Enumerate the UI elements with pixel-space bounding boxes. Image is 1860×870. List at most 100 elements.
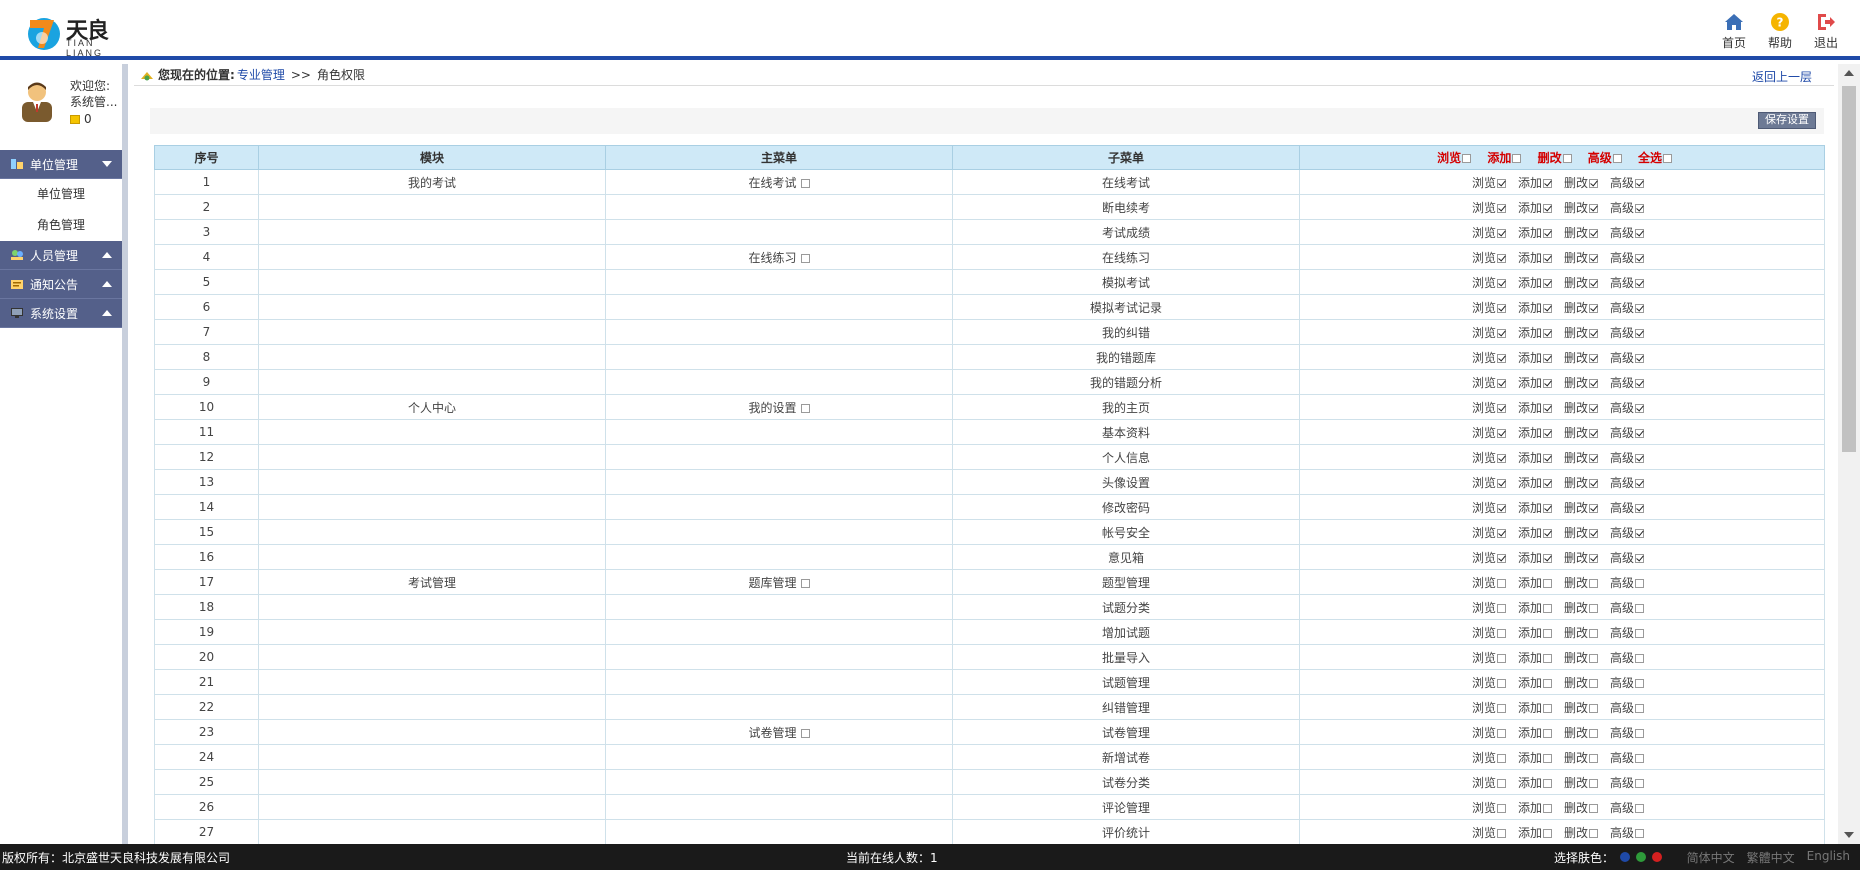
permission-option[interactable]: 删改 (1564, 301, 1598, 315)
permission-option[interactable]: 高级 (1610, 351, 1644, 365)
permission-checkbox[interactable] (1635, 728, 1644, 738)
permission-option[interactable]: 浏览 (1472, 501, 1506, 515)
permission-checkbox[interactable] (1542, 203, 1552, 213)
permission-option[interactable]: 删改 (1564, 176, 1598, 190)
menu-system-settings[interactable]: 系统设置 (0, 299, 122, 328)
permission-option[interactable]: 浏览 (1472, 526, 1506, 540)
menu-checkbox[interactable] (800, 253, 810, 263)
permission-option[interactable]: 高级 (1610, 176, 1644, 190)
permission-checkbox[interactable] (1635, 453, 1644, 463)
permission-option[interactable]: 删改 (1564, 376, 1598, 390)
permission-checkbox[interactable] (1542, 228, 1552, 238)
permission-checkbox[interactable] (1588, 703, 1598, 713)
skin-red[interactable] (1652, 852, 1663, 862)
permission-option[interactable]: 浏览 (1472, 376, 1506, 390)
permission-option[interactable]: 浏览 (1472, 426, 1506, 440)
permission-checkbox[interactable] (1542, 303, 1552, 313)
permission-checkbox[interactable] (1635, 603, 1644, 613)
scroll-up-icon[interactable] (1844, 70, 1854, 76)
home-button[interactable]: 首页 (1718, 12, 1750, 51)
back-link[interactable]: 返回上一层 (1752, 68, 1812, 85)
permission-checkbox[interactable] (1542, 403, 1552, 413)
lang-english[interactable]: English (1807, 849, 1850, 866)
permission-option[interactable]: 高级 (1610, 451, 1644, 465)
permission-option[interactable]: 删改 (1564, 426, 1598, 440)
checkbox[interactable] (1562, 154, 1572, 163)
permission-option[interactable]: 添加 (1518, 751, 1552, 765)
skin-blue[interactable] (1620, 852, 1631, 862)
permission-checkbox[interactable] (1496, 778, 1506, 788)
logo[interactable]: 天良 TIAN LIANG (24, 10, 134, 58)
permission-checkbox[interactable] (1588, 753, 1598, 763)
permission-option[interactable]: 删改 (1564, 826, 1598, 840)
permission-option[interactable]: 浏览 (1472, 476, 1506, 490)
permission-checkbox[interactable] (1588, 228, 1598, 238)
permission-checkbox[interactable] (1542, 328, 1552, 338)
permission-checkbox[interactable] (1588, 428, 1598, 438)
permission-checkbox[interactable] (1496, 528, 1506, 538)
permission-checkbox[interactable] (1588, 278, 1598, 288)
permission-option[interactable]: 删改 (1564, 326, 1598, 340)
permission-checkbox[interactable] (1635, 203, 1644, 213)
permission-checkbox[interactable] (1635, 503, 1644, 513)
permission-checkbox[interactable] (1542, 278, 1552, 288)
permission-option[interactable]: 高级 (1610, 251, 1644, 265)
menu-checkbox[interactable] (800, 178, 810, 188)
permission-checkbox[interactable] (1496, 703, 1506, 713)
permission-checkbox[interactable] (1588, 803, 1598, 813)
permission-option[interactable]: 浏览 (1472, 801, 1506, 815)
permission-checkbox[interactable] (1635, 678, 1644, 688)
permission-checkbox[interactable] (1635, 653, 1644, 663)
permission-option[interactable]: 浏览 (1472, 201, 1506, 215)
permission-checkbox[interactable] (1496, 578, 1506, 588)
permission-checkbox[interactable] (1635, 403, 1644, 413)
permission-option[interactable]: 浏览 (1472, 301, 1506, 315)
permission-option[interactable]: 添加 (1518, 251, 1552, 265)
permission-option[interactable]: 高级 (1610, 376, 1644, 390)
permission-option[interactable]: 添加 (1518, 576, 1552, 590)
permission-option[interactable]: 添加 (1518, 351, 1552, 365)
permission-option[interactable]: 添加 (1518, 201, 1552, 215)
permission-checkbox[interactable] (1635, 578, 1644, 588)
permission-checkbox[interactable] (1542, 728, 1552, 738)
permission-checkbox[interactable] (1635, 428, 1644, 438)
menu-checkbox[interactable] (800, 728, 810, 738)
permission-checkbox[interactable] (1635, 378, 1644, 388)
permission-checkbox[interactable] (1496, 178, 1506, 188)
permission-option[interactable]: 高级 (1610, 651, 1644, 665)
permission-option[interactable]: 高级 (1610, 701, 1644, 715)
permission-checkbox[interactable] (1496, 203, 1506, 213)
permission-option[interactable]: 删改 (1564, 626, 1598, 640)
select-all-browse[interactable]: 浏览 (1437, 151, 1472, 165)
permission-option[interactable]: 高级 (1610, 626, 1644, 640)
permission-option[interactable]: 删改 (1564, 551, 1598, 565)
permission-option[interactable]: 高级 (1610, 726, 1644, 740)
permission-checkbox[interactable] (1588, 478, 1598, 488)
permission-checkbox[interactable] (1635, 278, 1644, 288)
permission-option[interactable]: 高级 (1610, 226, 1644, 240)
permission-checkbox[interactable] (1542, 378, 1552, 388)
permission-checkbox[interactable] (1635, 303, 1644, 313)
permission-option[interactable]: 添加 (1518, 301, 1552, 315)
permission-option[interactable]: 添加 (1518, 426, 1552, 440)
permission-checkbox[interactable] (1635, 253, 1644, 263)
lang-simplified[interactable]: 简体中文 (1687, 849, 1735, 866)
permission-option[interactable]: 删改 (1564, 226, 1598, 240)
permission-checkbox[interactable] (1542, 178, 1552, 188)
permission-option[interactable]: 添加 (1518, 401, 1552, 415)
permission-checkbox[interactable] (1635, 703, 1644, 713)
permission-option[interactable]: 高级 (1610, 751, 1644, 765)
scroll-thumb[interactable] (1842, 86, 1856, 452)
permission-checkbox[interactable] (1496, 653, 1506, 663)
permission-option[interactable]: 高级 (1610, 326, 1644, 340)
permission-option[interactable]: 删改 (1564, 601, 1598, 615)
permission-option[interactable]: 删改 (1564, 801, 1598, 815)
permission-checkbox[interactable] (1542, 678, 1552, 688)
lang-traditional[interactable]: 繁體中文 (1747, 849, 1795, 866)
permission-option[interactable]: 添加 (1518, 676, 1552, 690)
permission-checkbox[interactable] (1496, 303, 1506, 313)
permission-option[interactable]: 高级 (1610, 551, 1644, 565)
permission-option[interactable]: 浏览 (1472, 326, 1506, 340)
permission-checkbox[interactable] (1588, 778, 1598, 788)
breadcrumb-link[interactable]: 专业管理 (237, 66, 285, 83)
